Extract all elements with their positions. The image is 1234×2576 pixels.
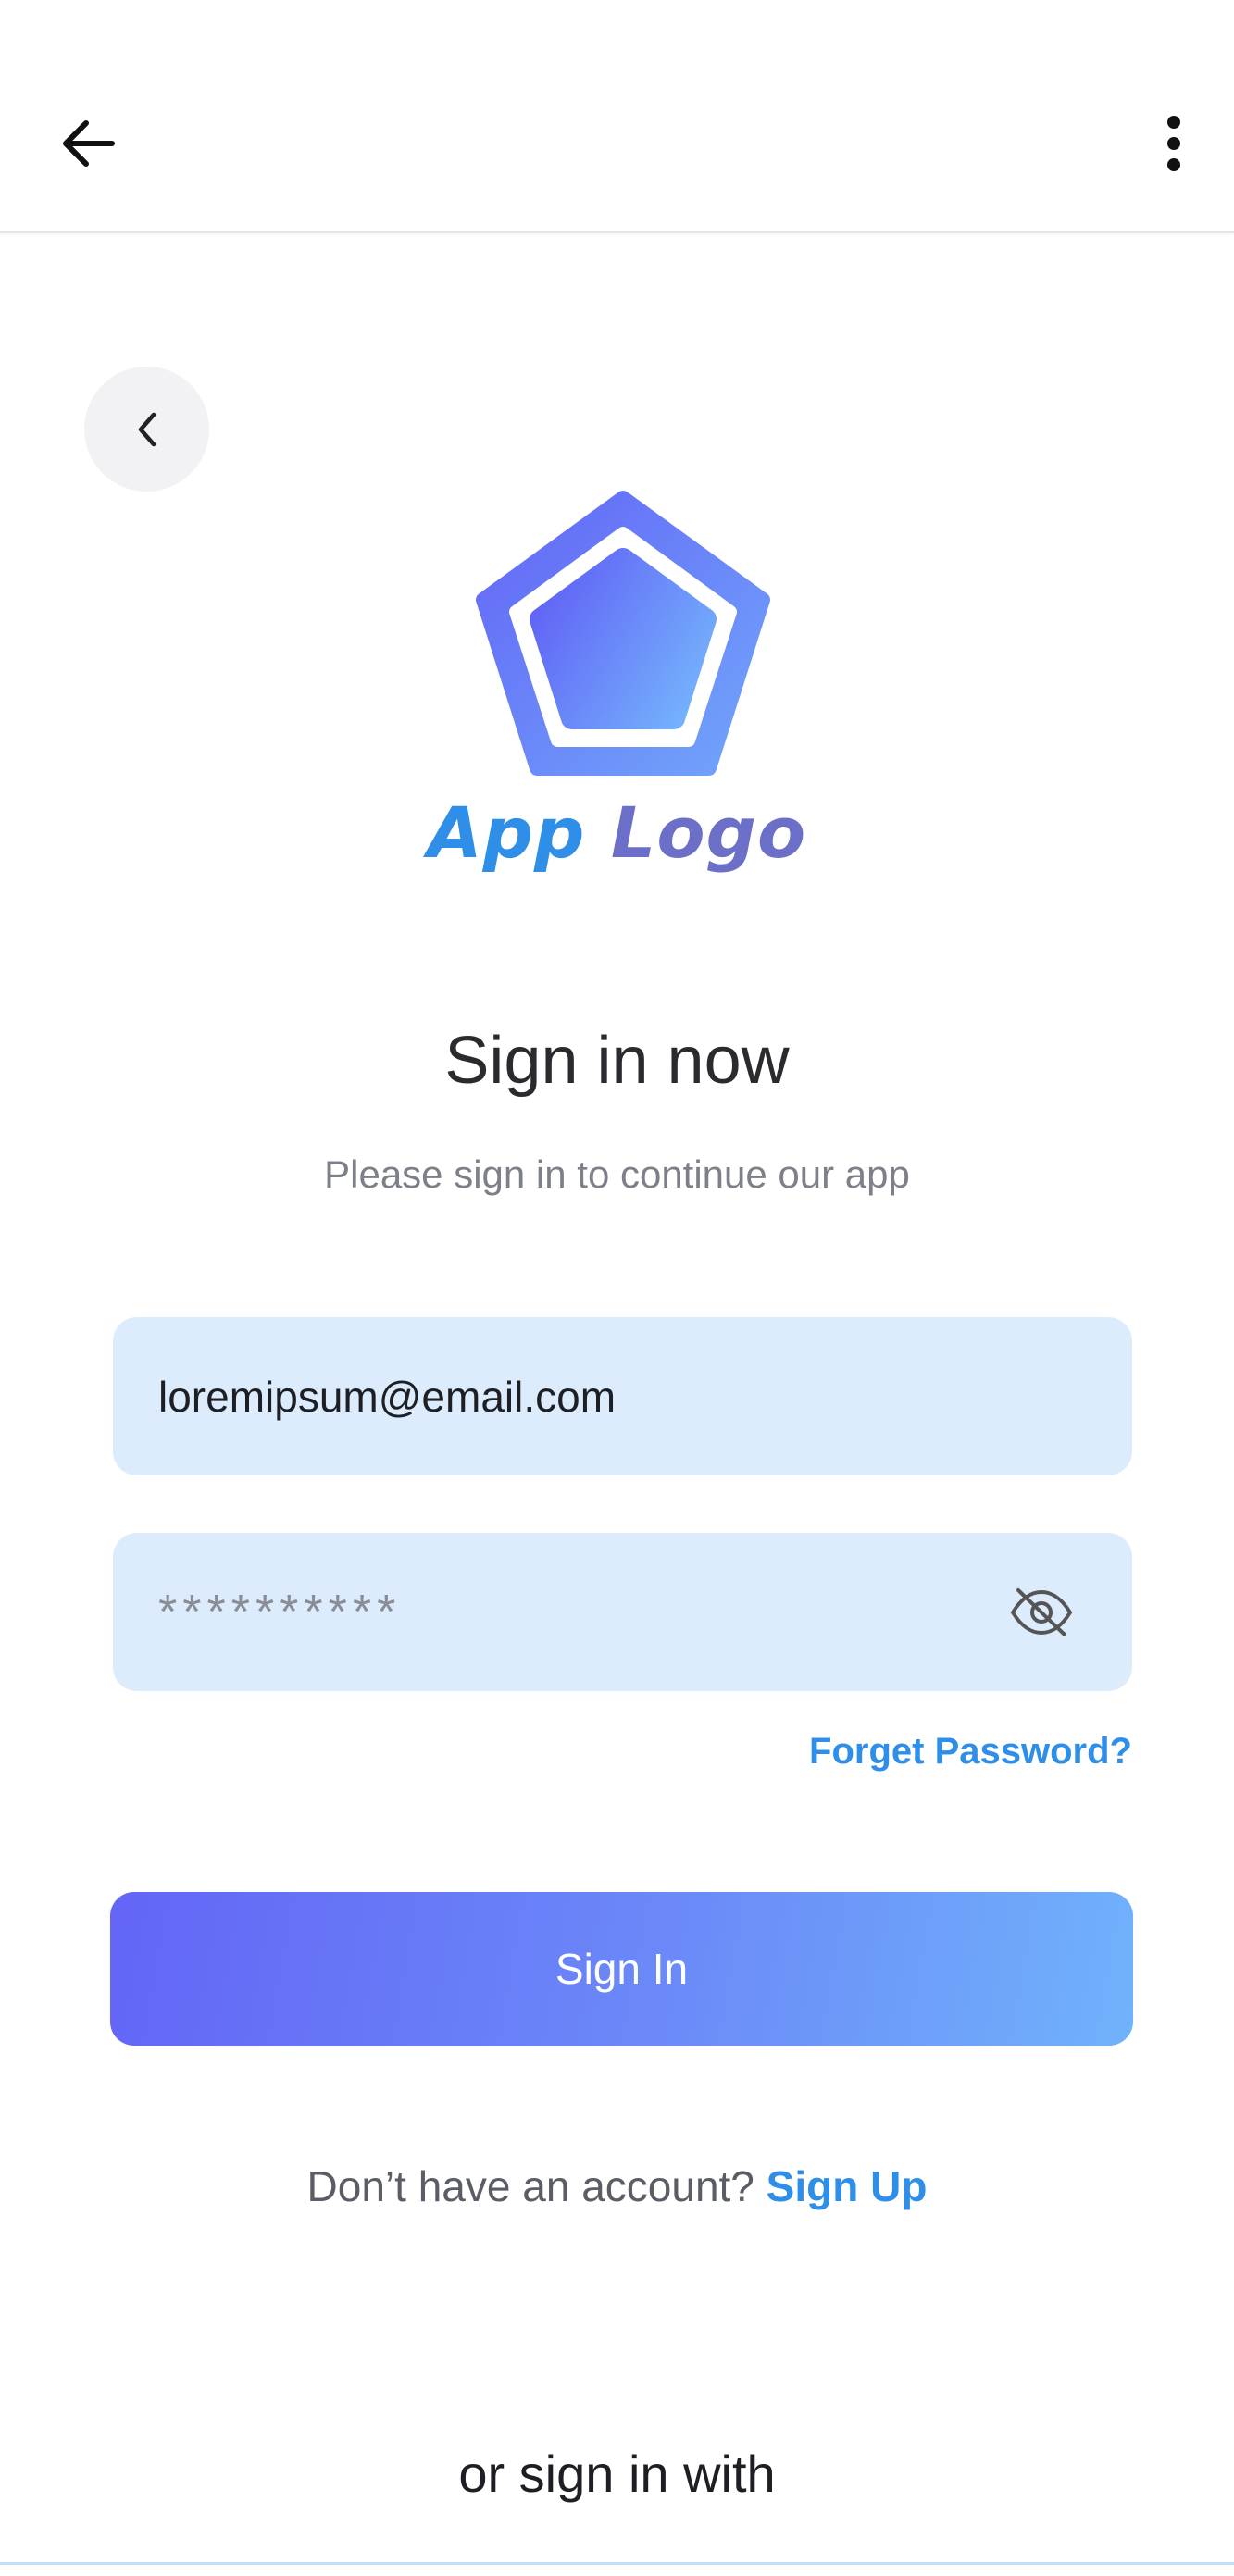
sign-in-button[interactable]: Sign In [110, 1892, 1133, 2046]
email-input[interactable] [158, 1317, 991, 1475]
forget-password-link[interactable]: Forget Password? [809, 1731, 1132, 1773]
app-bar [0, 0, 1234, 233]
password-visibility-toggle[interactable] [1006, 1577, 1077, 1648]
page-subtitle: Please sign in to continue our app [324, 1152, 910, 1196]
logo-word-app: App [427, 791, 586, 874]
arrow-left-icon [63, 120, 115, 167]
more-vertical-icon [1167, 116, 1180, 171]
password-field[interactable] [113, 1533, 1132, 1691]
app-logo-icon [476, 491, 770, 776]
sign-in-screen: App Logo Sign in now Please sign in to c… [0, 0, 1234, 2576]
alt-signin-label: or sign in with [458, 2445, 776, 2503]
signup-prompt: Don’t have an account? Sign Up [0, 2161, 1234, 2211]
page-title: Sign in now [444, 1024, 790, 1098]
appbar-back-button[interactable] [51, 106, 125, 180]
back-button[interactable] [84, 367, 209, 492]
divider [0, 2562, 1234, 2565]
more-options-button[interactable] [1144, 106, 1203, 180]
signup-prompt-text: Don’t have an account? [306, 2162, 754, 2210]
password-input[interactable] [158, 1533, 991, 1691]
app-logo-text: App Logo [0, 791, 1234, 893]
eye-off-icon [1010, 1588, 1073, 1636]
email-field[interactable] [113, 1317, 1132, 1475]
sign-up-link[interactable]: Sign Up [767, 2162, 928, 2210]
chevron-left-icon [138, 412, 156, 446]
logo-word-logo: Logo [610, 791, 807, 874]
